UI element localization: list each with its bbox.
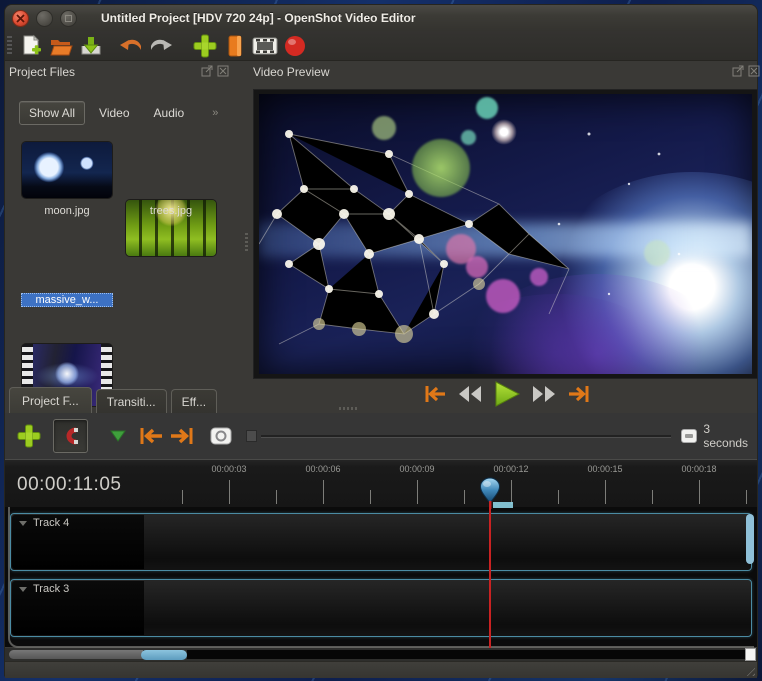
zoom-slider-handle[interactable] — [245, 430, 257, 442]
ruler-mark: 00:00:09 — [399, 464, 435, 474]
resize-grip[interactable] — [743, 664, 755, 676]
import-files-button[interactable] — [191, 33, 219, 59]
record-button[interactable] — [281, 33, 309, 59]
panel-splitter-vertical[interactable] — [245, 233, 248, 251]
tab-transitions[interactable]: Transiti... — [95, 389, 167, 414]
file-label-massive-selected: massive_w... — [21, 293, 113, 307]
playhead-line[interactable] — [489, 507, 491, 648]
track-collapse-icon[interactable] — [19, 587, 27, 592]
redo-icon — [151, 39, 172, 50]
float-panel-icon[interactable] — [201, 65, 213, 77]
transport-controls — [423, 381, 591, 407]
play-button[interactable] — [493, 381, 521, 407]
jump-to-start-button[interactable] — [423, 383, 447, 405]
snapping-magnet-icon — [66, 427, 79, 445]
close-panel-icon[interactable] — [748, 65, 760, 77]
import-files-icon — [193, 34, 217, 57]
save-project-icon — [81, 36, 101, 54]
open-project-icon — [50, 39, 73, 55]
status-bar — [5, 661, 757, 678]
record-icon — [285, 35, 305, 56]
new-project-icon — [23, 34, 41, 54]
filter-overflow-icon[interactable]: » — [212, 107, 218, 119]
preview-frame-image — [259, 94, 752, 374]
timeline-ruler[interactable]: 00:00:11:05 00:00:03 00:00:06 00:00:09 0… — [5, 459, 757, 507]
minimize-button[interactable] — [36, 9, 53, 27]
maximize-button[interactable] — [60, 9, 77, 27]
horizontal-scrollbar[interactable] — [5, 648, 757, 661]
rewind-button[interactable] — [457, 383, 483, 405]
horizontal-scrollbar-thumb[interactable] — [141, 649, 187, 660]
add-track-button[interactable] — [17, 424, 41, 448]
tab-effects[interactable]: Eff... — [170, 389, 218, 414]
undo-button[interactable] — [117, 33, 145, 59]
new-project-button[interactable] — [17, 33, 45, 59]
video-preview-dock-controls — [732, 65, 760, 77]
jump-to-end-button[interactable] — [567, 383, 591, 405]
filter-video[interactable]: Video — [89, 101, 139, 125]
file-item-moon[interactable] — [21, 141, 113, 199]
playhead-time-display: 00:00:11:05 — [17, 474, 122, 495]
track-collapse-icon[interactable] — [19, 521, 27, 526]
project-files-title: Project Files — [9, 65, 76, 79]
timeline-tracks-area[interactable]: Track 4 Track 3 — [5, 507, 757, 648]
close-icon — [16, 13, 25, 23]
video-preview-viewport[interactable] — [253, 89, 758, 379]
project-files-dock-controls — [201, 65, 229, 77]
open-project-button[interactable] — [47, 33, 75, 59]
clip-track-3[interactable] — [12, 581, 144, 635]
file-label-moon: moon.jpg — [44, 205, 90, 217]
undo-icon — [120, 39, 141, 50]
previous-marker-button[interactable] — [138, 425, 164, 447]
zoom-scale-label: 3 seconds — [703, 422, 749, 450]
window-title: Untitled Project [HDV 720 24p] - OpenSho… — [101, 11, 416, 25]
choose-profile-icon — [228, 35, 242, 56]
save-project-button[interactable] — [77, 33, 105, 59]
clip-track-4[interactable] — [12, 515, 144, 569]
desktop: Untitled Project [HDV 720 24p] - OpenSho… — [0, 0, 762, 681]
panel-splitter-horizontal[interactable] — [339, 407, 357, 410]
close-panel-icon[interactable] — [217, 65, 229, 77]
ruler-mark: 00:00:06 — [305, 464, 341, 474]
zoom-scale-icon — [680, 429, 698, 443]
main-toolbar — [5, 31, 757, 61]
titlebar[interactable]: Untitled Project [HDV 720 24p] - OpenSho… — [5, 5, 757, 31]
next-marker-button[interactable] — [169, 425, 195, 447]
panel-tab-bar: Project F... Transiti... Eff... — [9, 387, 221, 414]
zoom-slider-track[interactable] — [260, 434, 671, 438]
ruler-mark: 00:00:18 — [681, 464, 717, 474]
moon-thumbnail — [22, 142, 112, 198]
openshot-window: Untitled Project [HDV 720 24p] - OpenSho… — [4, 4, 760, 678]
fast-forward-button[interactable] — [531, 383, 557, 405]
vertical-scrollbar-thumb[interactable] — [746, 514, 754, 564]
export-video-button[interactable] — [251, 33, 279, 59]
razor-tool-button[interactable] — [109, 429, 126, 443]
toolbar-drag-handle[interactable] — [7, 35, 12, 56]
scrollbar-corner — [745, 648, 756, 661]
ruler-mark: 00:00:03 — [211, 464, 247, 474]
timeline-toolbar: 3 seconds — [5, 413, 757, 459]
file-filter-bar: Show All Video Audio » — [19, 101, 218, 125]
export-video-icon — [252, 37, 278, 54]
float-panel-icon[interactable] — [732, 65, 744, 77]
choose-profile-button[interactable] — [221, 33, 249, 59]
video-preview-title: Video Preview — [253, 65, 330, 79]
track-label: Track 3 — [33, 583, 70, 595]
hscroll-track-left[interactable] — [9, 650, 143, 659]
close-button[interactable] — [12, 9, 29, 27]
file-label-trees: trees.jpg — [149, 205, 193, 217]
track-row-3[interactable]: Track 3 — [10, 579, 752, 637]
filter-audio[interactable]: Audio — [144, 101, 195, 125]
track-label: Track 4 — [33, 517, 70, 529]
track-row-4[interactable]: Track 4 — [10, 513, 752, 571]
hscroll-track-right[interactable] — [187, 650, 750, 659]
ruler-mark: 00:00:15 — [587, 464, 623, 474]
snapping-toggle-button[interactable] — [52, 419, 88, 453]
filter-show-all[interactable]: Show All — [19, 101, 86, 125]
playhead-marker[interactable] — [479, 477, 503, 509]
center-playhead-button[interactable] — [210, 427, 232, 445]
redo-button[interactable] — [147, 33, 175, 59]
tab-project-files[interactable]: Project F... — [9, 387, 92, 414]
ruler-mark: 00:00:12 — [493, 464, 529, 474]
